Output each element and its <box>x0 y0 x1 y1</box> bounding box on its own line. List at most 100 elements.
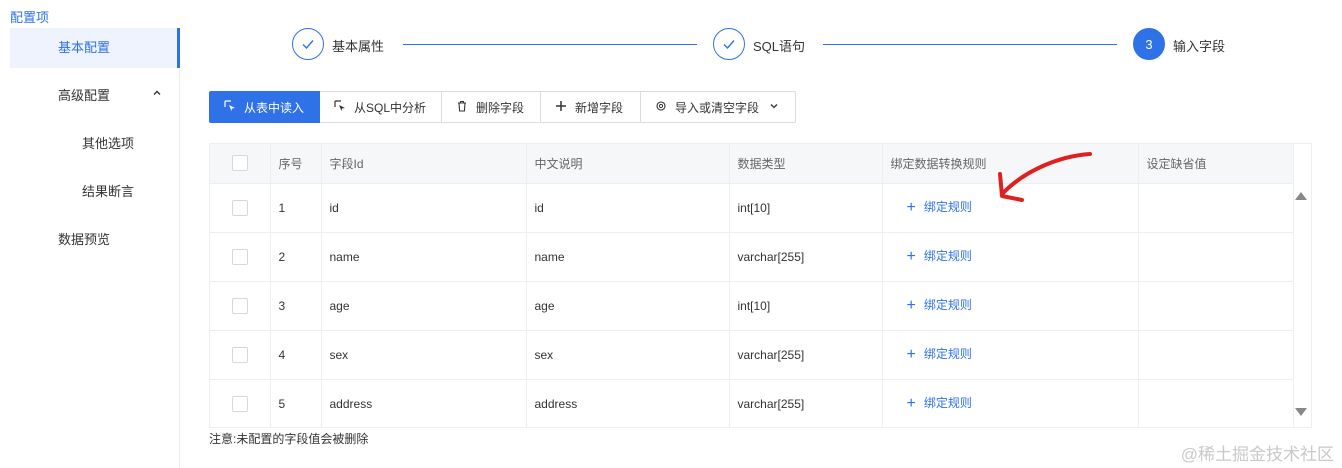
row-checkbox-cell <box>210 231 271 281</box>
column-header-default: 设定缺省值 <box>1138 144 1294 183</box>
cell-default <box>1138 329 1294 379</box>
cell-default <box>1138 182 1294 232</box>
delete-field-label: 删除字段 <box>476 100 525 115</box>
row-checkbox[interactable] <box>232 248 248 265</box>
gear-icon <box>655 100 667 115</box>
row-checkbox[interactable] <box>232 199 248 216</box>
fields-table: 序号 字段Id 中文说明 数据类型 绑定数据转换规则 设定缺省值 1 id id in… <box>209 143 1312 428</box>
read-from-table-button[interactable]: 从表中读入 <box>209 91 320 123</box>
cell-description: id <box>526 182 730 232</box>
scroll-up-arrow-icon[interactable] <box>1295 192 1307 200</box>
cell-field-id: name <box>321 231 527 281</box>
step-2-check-icon <box>713 28 745 60</box>
row-checkbox[interactable] <box>232 346 248 363</box>
cell-index: 4 <box>270 329 322 379</box>
cell-rule: + 绑定规则 <box>882 231 1139 281</box>
bind-rule-label: 绑定规则 <box>923 347 972 361</box>
add-field-button[interactable]: 新增字段 <box>541 91 641 123</box>
step-2-label: SQL语句 <box>753 39 806 54</box>
chevron-up-icon <box>152 76 162 116</box>
select-all-cell <box>210 144 271 183</box>
add-field-label: 新增字段 <box>575 100 624 115</box>
select-cursor-icon <box>334 99 346 115</box>
bind-rule-label: 绑定规则 <box>923 200 972 214</box>
bind-rule-label: 绑定规则 <box>923 249 972 263</box>
cell-index: 1 <box>270 182 322 232</box>
table-row: 2 name name varchar[255] + 绑定规则 <box>210 231 1294 281</box>
plus-icon: + <box>906 199 916 216</box>
cell-default <box>1138 280 1294 330</box>
cell-data-type: int[10] <box>729 280 883 330</box>
step-3-label: 输入字段 <box>1173 39 1226 54</box>
table-row: 4 sex sex varchar[255] + 绑定规则 <box>210 329 1294 379</box>
cell-rule: + 绑定规则 <box>882 329 1139 379</box>
table-row: 3 age age int[10] + 绑定规则 <box>210 280 1294 330</box>
row-checkbox-cell <box>210 378 271 427</box>
select-cursor-icon <box>224 99 236 115</box>
row-checkbox[interactable] <box>232 395 248 412</box>
sidebar-item-basic-config[interactable]: 基本配置 <box>10 28 180 68</box>
cell-rule: + 绑定规则 <box>882 280 1139 330</box>
cell-rule: + 绑定规则 <box>882 378 1139 427</box>
bind-rule-link[interactable]: + 绑定规则 <box>906 395 972 413</box>
select-all-checkbox[interactable] <box>232 155 248 172</box>
cell-data-type: varchar[255] <box>729 231 883 281</box>
sidebar: 基本配置 高级配置 其他选项 结果断言 数据预览 <box>10 28 180 468</box>
cell-description: sex <box>526 329 730 379</box>
column-header-index: 序号 <box>270 144 322 183</box>
plus-icon: + <box>906 395 916 413</box>
cell-description: age <box>526 280 730 330</box>
analyze-sql-label: 从SQL中分析 <box>354 100 427 115</box>
row-checkbox-cell <box>210 182 271 232</box>
bind-rule-label: 绑定规则 <box>923 298 972 312</box>
scroll-down-arrow-icon[interactable] <box>1295 408 1307 416</box>
table-header-row: 序号 字段Id 中文说明 数据类型 绑定数据转换规则 设定缺省值 <box>210 144 1294 183</box>
sidebar-item-label: 基本配置 <box>58 40 111 55</box>
table-row: 5 address address varchar[255] + 绑定规则 <box>210 378 1294 427</box>
cell-index: 5 <box>270 378 322 427</box>
cell-description: address <box>526 378 730 427</box>
table-row: 1 id id int[10] + 绑定规则 <box>210 182 1294 232</box>
column-header-field-id: 字段Id <box>321 144 527 183</box>
toolbar: 从表中读入 从SQL中分析 删除字段 新增字段 导入或清空字段 <box>209 91 796 123</box>
read-from-table-label: 从表中读入 <box>244 100 305 115</box>
delete-field-button[interactable]: 删除字段 <box>442 91 541 123</box>
step-3-number: 3 <box>1133 28 1165 60</box>
sidebar-item-advanced-config[interactable]: 高级配置 <box>10 76 180 116</box>
step-1-check-icon <box>292 28 324 60</box>
cell-data-type: varchar[255] <box>729 329 883 379</box>
cell-field-id: age <box>321 280 527 330</box>
sidebar-item-label: 数据预览 <box>58 232 111 247</box>
bind-rule-link[interactable]: + 绑定规则 <box>906 297 972 314</box>
sidebar-item-result-assertion[interactable]: 结果断言 <box>10 172 180 212</box>
column-header-data-type: 数据类型 <box>729 144 883 183</box>
cell-default <box>1138 378 1294 427</box>
import-or-clear-dropdown[interactable]: 导入或清空字段 <box>641 91 796 123</box>
bind-rule-link[interactable]: + 绑定规则 <box>906 346 972 363</box>
chevron-down-icon <box>769 100 779 114</box>
row-checkbox-cell <box>210 329 271 379</box>
bind-rule-link[interactable]: + 绑定规则 <box>907 248 972 265</box>
sidebar-item-label: 高级配置 <box>58 88 111 103</box>
cell-description: name <box>526 231 730 281</box>
sidebar-item-other-options[interactable]: 其他选项 <box>10 124 180 164</box>
step-connector <box>823 44 1117 45</box>
plus-icon: + <box>906 297 916 314</box>
cell-data-type: varchar[255] <box>729 378 883 427</box>
row-checkbox[interactable] <box>232 297 248 314</box>
cell-field-id: id <box>321 182 527 232</box>
sidebar-item-label: 结果断言 <box>82 184 135 199</box>
bind-rule-link[interactable]: + 绑定规则 <box>906 199 972 216</box>
row-checkbox-cell <box>210 280 271 330</box>
cell-default <box>1138 231 1294 281</box>
step-1-label: 基本属性 <box>332 39 385 54</box>
sidebar-item-data-preview[interactable]: 数据预览 <box>10 220 180 260</box>
trash-icon <box>456 100 468 115</box>
plus-icon: + <box>906 346 916 363</box>
section-title: 配置项 <box>10 10 50 25</box>
plus-icon <box>555 100 567 115</box>
cell-field-id: address <box>321 378 527 427</box>
analyze-sql-button[interactable]: 从SQL中分析 <box>320 91 442 123</box>
bind-rule-label: 绑定规则 <box>923 396 972 411</box>
column-header-description: 中文说明 <box>526 144 730 183</box>
